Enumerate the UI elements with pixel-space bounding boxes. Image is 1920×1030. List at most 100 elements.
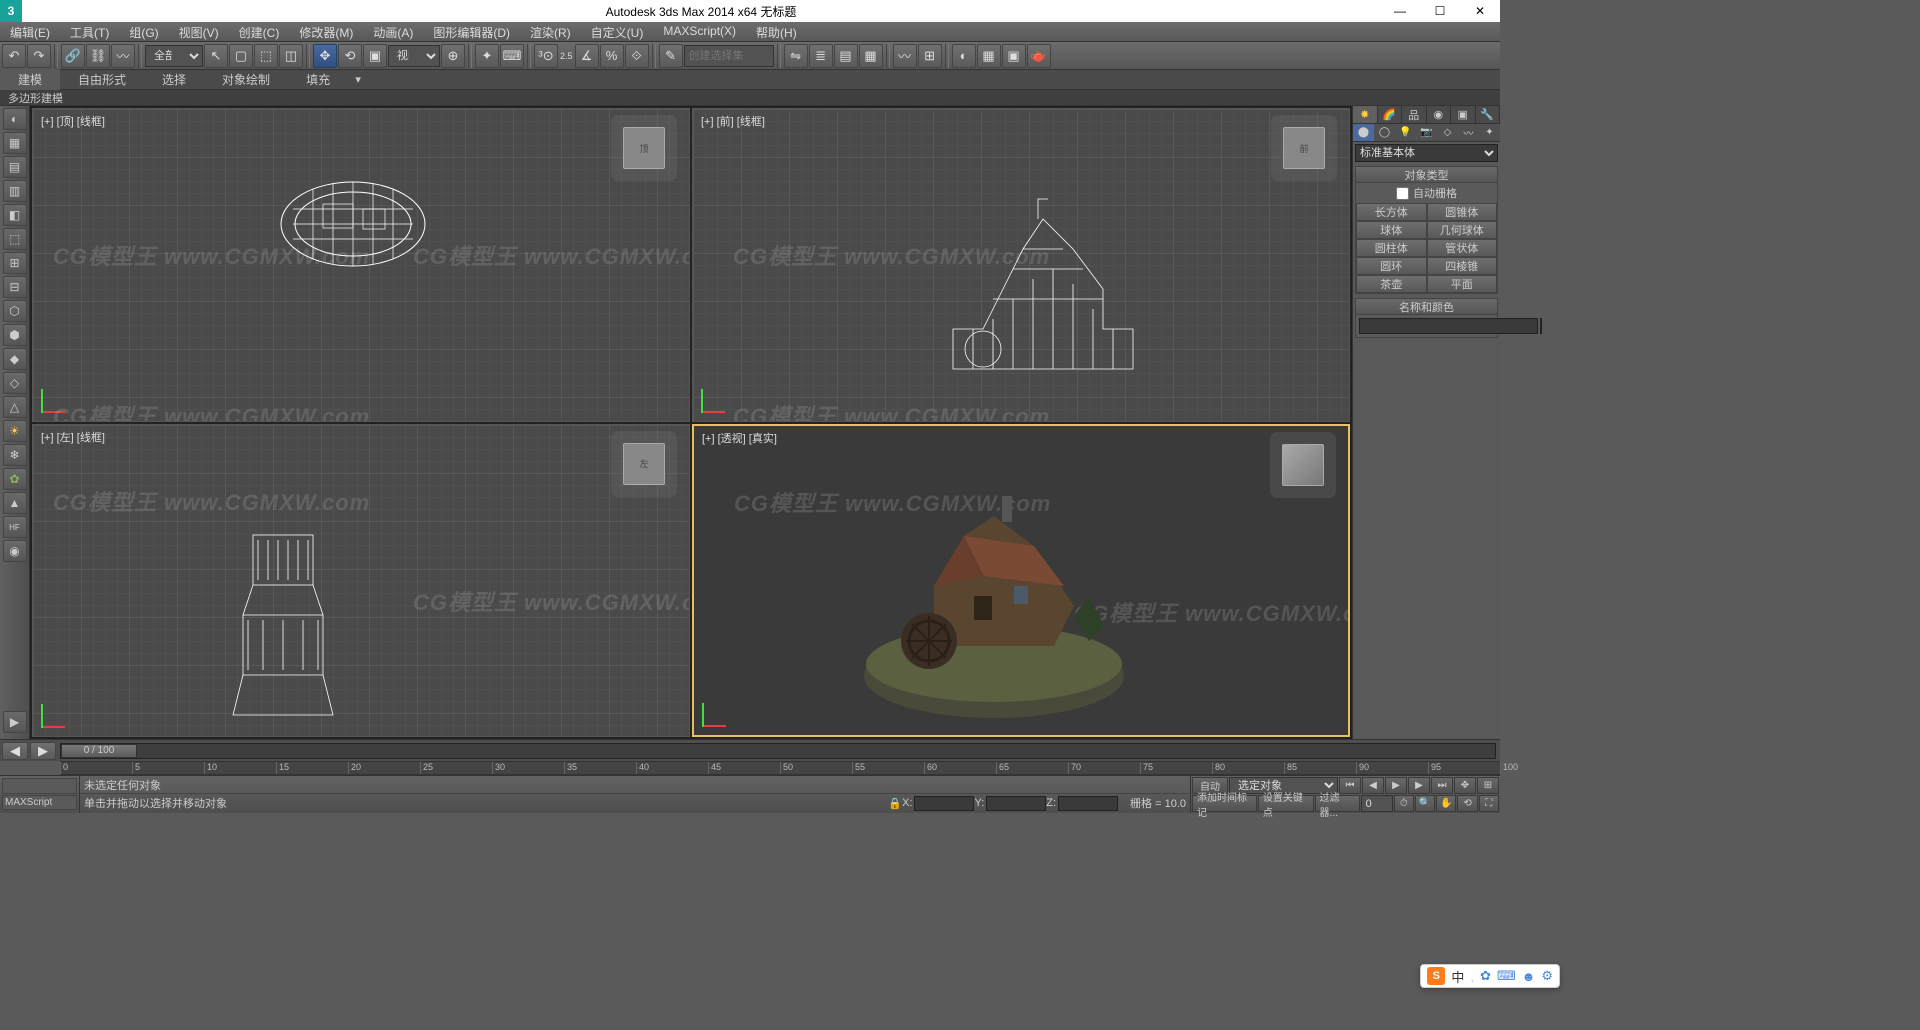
ltool-16[interactable]: ▲ <box>3 492 27 514</box>
unlink-button[interactable]: ⛓ <box>86 44 110 68</box>
zoom-button[interactable]: 🔍 <box>1415 795 1435 812</box>
ltool-15[interactable]: ✿ <box>3 468 27 490</box>
sub-geometry[interactable]: ⬤ <box>1353 124 1374 141</box>
angle-snap-button[interactable]: ∡ <box>575 44 599 68</box>
ltool-2[interactable]: ▤ <box>3 156 27 178</box>
ribbon-tab-selection[interactable]: 选择 <box>144 69 204 90</box>
sub-cameras[interactable]: 📷 <box>1416 124 1437 141</box>
orbit-button[interactable]: ⟲ <box>1457 795 1477 812</box>
ltool-9[interactable]: ⬢ <box>3 324 27 346</box>
ime-settings-icon[interactable]: ⚙ <box>1541 968 1553 984</box>
rendered-frame-button[interactable]: ▣ <box>1002 44 1026 68</box>
autogrid-checkbox[interactable] <box>1396 187 1409 200</box>
ltool-7[interactable]: ⊟ <box>3 276 27 298</box>
percent-snap-button[interactable]: % <box>600 44 624 68</box>
ltool-8[interactable]: ⬡ <box>3 300 27 322</box>
coord-y-input[interactable] <box>986 796 1046 811</box>
ribbon-tab-objectpaint[interactable]: 对象绘制 <box>204 69 288 90</box>
tab-utilities[interactable]: 🔧 <box>1476 106 1501 123</box>
ribbon-tab-freeform[interactable]: 自由形式 <box>60 69 144 90</box>
time-ruler[interactable]: 0510152025303540455055606570758085909510… <box>60 761 1500 775</box>
obj-plane[interactable]: 平面 <box>1427 275 1498 293</box>
ltool-play[interactable]: ▶ <box>3 711 27 733</box>
menu-edit[interactable]: 编辑(E) <box>0 22 60 41</box>
prev-key-button[interactable]: ◀ <box>2 742 28 760</box>
menu-customize[interactable]: 自定义(U) <box>581 22 654 41</box>
coord-x-input[interactable] <box>914 796 974 811</box>
ltool-17[interactable]: HF <box>3 516 27 538</box>
current-frame-input[interactable] <box>1361 795 1393 812</box>
play-button[interactable]: ▶ <box>1385 777 1407 794</box>
ltool-6[interactable]: ⊞ <box>3 252 27 274</box>
goto-end-button[interactable]: ⏭ <box>1431 777 1453 794</box>
menu-rendering[interactable]: 渲染(R) <box>520 22 581 41</box>
sub-shapes[interactable]: ◯ <box>1374 124 1395 141</box>
material-editor-button[interactable]: ◐ <box>952 44 976 68</box>
viewcube-front[interactable]: 前 <box>1283 127 1325 169</box>
next-key-button[interactable]: ▶ <box>30 742 56 760</box>
tab-create[interactable]: ✸ <box>1353 106 1378 123</box>
select-by-name-button[interactable]: ▢ <box>229 44 253 68</box>
mirror-button[interactable]: ⇋ <box>784 44 808 68</box>
keyboard-shortcut-button[interactable]: ⌨ <box>500 44 524 68</box>
menu-maxscript[interactable]: MAXScript(X) <box>653 22 746 41</box>
select-manipulate-button[interactable]: ✦ <box>475 44 499 68</box>
rollout-namecolor[interactable]: 名称和颜色 <box>1356 299 1497 315</box>
ltool-1[interactable]: ▦ <box>3 132 27 154</box>
viewcube-left[interactable]: 左 <box>623 443 665 485</box>
tab-hierarchy[interactable]: 品 <box>1402 106 1427 123</box>
ltool-10[interactable]: ◆ <box>3 348 27 370</box>
maximize-button[interactable]: ☐ <box>1420 0 1460 22</box>
prev-frame-button[interactable]: ◀ <box>1362 777 1384 794</box>
window-crossing-button[interactable]: ◫ <box>279 44 303 68</box>
ltool-5[interactable]: ⬚ <box>3 228 27 250</box>
ime-face-icon[interactable]: ☻ <box>1522 969 1536 984</box>
sub-systems[interactable]: ✦ <box>1479 124 1500 141</box>
ribbon-tab-populate[interactable]: 填充 <box>288 69 348 90</box>
menu-animation[interactable]: 动画(A) <box>363 22 423 41</box>
menu-help[interactable]: 帮助(H) <box>746 22 807 41</box>
rotate-button[interactable]: ⟲ <box>338 44 362 68</box>
viewport-left[interactable]: [+] [左] [线框] 左 CG模型王 www.CGMXW.com CG模型王… <box>32 424 690 738</box>
ribbon-tab-modeling[interactable]: 建模 <box>0 69 60 90</box>
layer-manager-button[interactable]: ▤ <box>834 44 858 68</box>
rollout-objecttype[interactable]: 对象类型 <box>1356 167 1497 183</box>
viewport-nav-2[interactable]: ⊞ <box>1477 777 1499 794</box>
viewport-top[interactable]: [+] [顶] [线框] 顶 CG模型王 www.CGMXW.com CG模型王… <box>32 108 690 422</box>
menu-tools[interactable]: 工具(T) <box>60 22 119 41</box>
menu-views[interactable]: 视图(V) <box>169 22 229 41</box>
ltool-0[interactable]: ◐ <box>3 108 27 130</box>
move-button[interactable]: ✥ <box>313 44 337 68</box>
selection-filter[interactable]: 全部 <box>145 45 203 67</box>
scale-button[interactable]: ▣ <box>363 44 387 68</box>
time-slider[interactable]: 0 / 100 <box>60 743 1496 759</box>
time-config-button[interactable]: ⏱ <box>1394 795 1414 812</box>
ime-keyboard-icon[interactable]: ⌨ <box>1497 968 1516 984</box>
render-setup-button[interactable]: ▦ <box>977 44 1001 68</box>
use-pivot-button[interactable]: ⊕ <box>441 44 465 68</box>
obj-tube[interactable]: 管状体 <box>1427 239 1498 257</box>
render-production-button[interactable]: 🫖 <box>1027 44 1051 68</box>
ltool-3[interactable]: ▥ <box>3 180 27 202</box>
ref-coord-system[interactable]: 视图 <box>388 45 440 67</box>
setkey-button[interactable]: 设置关键点 <box>1258 795 1314 812</box>
ltool-12[interactable]: △ <box>3 396 27 418</box>
time-tag-button[interactable]: 添加时间标记 <box>1192 795 1257 812</box>
schematic-view-button[interactable]: ⊞ <box>918 44 942 68</box>
sub-lights[interactable]: 💡 <box>1395 124 1416 141</box>
keyfilter-button[interactable]: 过滤器... <box>1315 795 1360 812</box>
viewcube-persp[interactable] <box>1282 444 1324 486</box>
ltool-13[interactable]: ☀ <box>3 420 27 442</box>
ltool-11[interactable]: ◇ <box>3 372 27 394</box>
tab-display[interactable]: ▣ <box>1451 106 1476 123</box>
viewport-nav-1[interactable]: ✥ <box>1454 777 1476 794</box>
object-color-swatch[interactable] <box>1540 318 1542 334</box>
obj-sphere[interactable]: 球体 <box>1356 221 1427 239</box>
curve-editor-button[interactable]: 〰 <box>893 44 917 68</box>
sub-helpers[interactable]: ◇ <box>1437 124 1458 141</box>
ltool-18[interactable]: ◉ <box>3 540 27 562</box>
obj-geosphere[interactable]: 几何球体 <box>1427 221 1498 239</box>
undo-button[interactable]: ↶ <box>2 44 26 68</box>
named-selection-input[interactable] <box>684 45 774 67</box>
align-button[interactable]: ≣ <box>809 44 833 68</box>
